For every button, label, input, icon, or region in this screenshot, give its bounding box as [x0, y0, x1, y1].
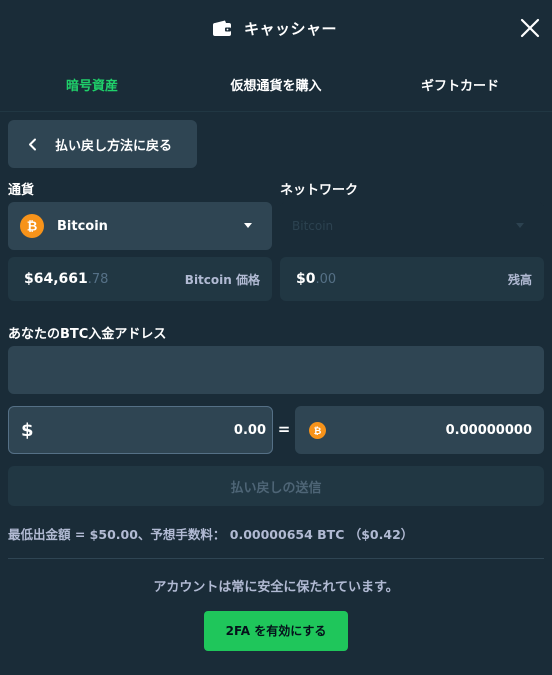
btc-amount-input[interactable]	[326, 422, 532, 438]
tab-label: ギフトカード	[420, 78, 499, 94]
balance-box: $0.00 残高	[280, 257, 544, 301]
chevron-left-icon	[29, 138, 36, 150]
tabs-divider	[0, 111, 552, 112]
currency-label: 通貨	[8, 183, 35, 198]
balance-label: 残高	[507, 272, 532, 287]
title-group: キャッシャー	[212, 15, 337, 41]
bitcoin-icon: ₿	[20, 214, 44, 238]
tab-crypto[interactable]: 暗号資産	[0, 56, 184, 112]
back-to-withdraw-methods-button[interactable]: 払い戻し方法に戻る	[8, 120, 197, 168]
address-label: あなたのBTC入金アドレス	[8, 327, 167, 342]
tab-gift-card[interactable]: ギフトカード	[368, 56, 552, 112]
price-decimals: .78	[87, 271, 109, 287]
equals-sign: =	[277, 420, 291, 438]
svg-text:₿: ₿	[314, 426, 322, 437]
close-icon	[520, 18, 540, 38]
currency-select[interactable]: ₿ Bitcoin	[8, 202, 272, 250]
network-selected-value: Bitcoin	[292, 219, 334, 233]
tab-buy-crypto[interactable]: 仮想通貨を購入	[184, 56, 368, 112]
tab-label: 仮想通貨を購入	[230, 78, 322, 94]
btc-amount-field[interactable]: ₿	[295, 406, 544, 454]
usd-amount-input[interactable]	[33, 422, 266, 438]
dollar-sign: $	[21, 419, 34, 441]
back-button-label: 払い戻し方法に戻る	[55, 138, 173, 154]
section-divider	[8, 558, 544, 559]
chevron-down-icon	[516, 223, 524, 228]
modal-header: キャッシャー	[0, 0, 552, 56]
btc-address-input[interactable]	[8, 346, 544, 394]
security-message: アカウントは常に安全に保たれています。	[153, 580, 399, 595]
svg-text:₿: ₿	[27, 220, 38, 235]
close-button[interactable]	[518, 16, 542, 40]
modal-title: キャッシャー	[244, 19, 338, 38]
cashier-tabs: 暗号資産 仮想通貨を購入 ギフトカード	[0, 56, 552, 112]
chevron-down-icon	[244, 223, 252, 228]
fee-info-text: 最低出金額 = $50.00、予想手数料： 0.00000654 BTC （$0…	[8, 527, 414, 542]
enable-2fa-button[interactable]: 2FA を有効にする	[204, 611, 348, 651]
price-whole: $64,661	[24, 271, 88, 287]
balance-decimals: .00	[315, 271, 337, 287]
submit-withdrawal-button[interactable]: 払い戻しの送信	[8, 466, 544, 506]
price-label: Bitcoin 価格	[184, 272, 260, 287]
network-select: Bitcoin	[280, 202, 544, 250]
currency-selected-value: Bitcoin	[57, 218, 108, 234]
wallet-icon	[212, 20, 232, 37]
network-label: ネットワーク	[280, 183, 359, 198]
bitcoin-price-box: $64,661.78 Bitcoin 価格	[8, 257, 272, 301]
tab-label: 暗号資産	[65, 78, 118, 94]
usd-amount-field[interactable]: $	[8, 406, 273, 454]
balance-whole: $0	[296, 271, 316, 287]
bitcoin-icon: ₿	[309, 421, 326, 439]
